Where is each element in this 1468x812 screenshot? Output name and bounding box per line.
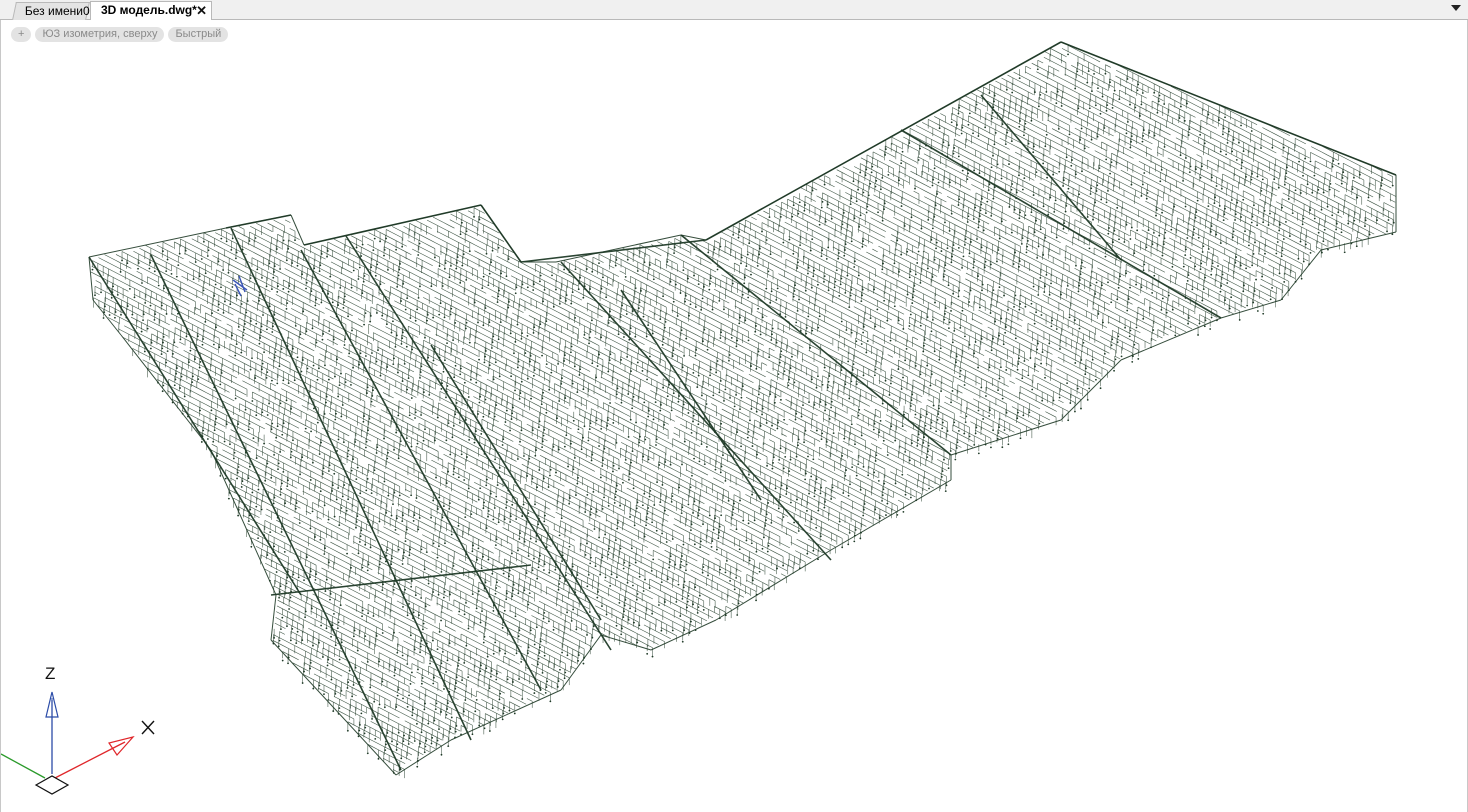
viewport-controls: + ЮЗ изометрия, сверху Быстрый xyxy=(11,27,229,42)
view-preset-button[interactable]: ЮЗ изометрия, сверху xyxy=(35,27,165,42)
close-icon[interactable]: ✕ xyxy=(196,2,207,19)
y-axis xyxy=(1,753,46,779)
wireframe-drawing xyxy=(88,41,1397,779)
tab-label: 3D модель.dwg* xyxy=(101,3,197,17)
viewport-menu-button[interactable]: + xyxy=(11,27,32,42)
chevron-down-icon[interactable] xyxy=(1451,5,1461,11)
tab-label: Без имени0 xyxy=(25,3,90,20)
ucs-base-icon xyxy=(34,775,70,795)
ucs-icon: Z xyxy=(1,664,155,795)
tab-untitled[interactable]: Без имени0 xyxy=(12,2,90,20)
z-axis-label: Z xyxy=(45,664,55,683)
x-axis-label-icon xyxy=(141,720,155,735)
document-tab-bar: Без имени0 3D модель.dwg* ✕ xyxy=(0,0,1468,21)
model-viewport[interactable]: + ЮЗ изометрия, сверху Быстрый Z xyxy=(0,20,1468,812)
x-axis xyxy=(54,741,126,779)
x-arrow-icon xyxy=(108,735,135,756)
visual-style-button[interactable]: Быстрый xyxy=(168,27,229,42)
tab-3d-model[interactable]: 3D модель.dwg* ✕ xyxy=(90,1,212,21)
equipment-marker-icon xyxy=(232,275,248,297)
